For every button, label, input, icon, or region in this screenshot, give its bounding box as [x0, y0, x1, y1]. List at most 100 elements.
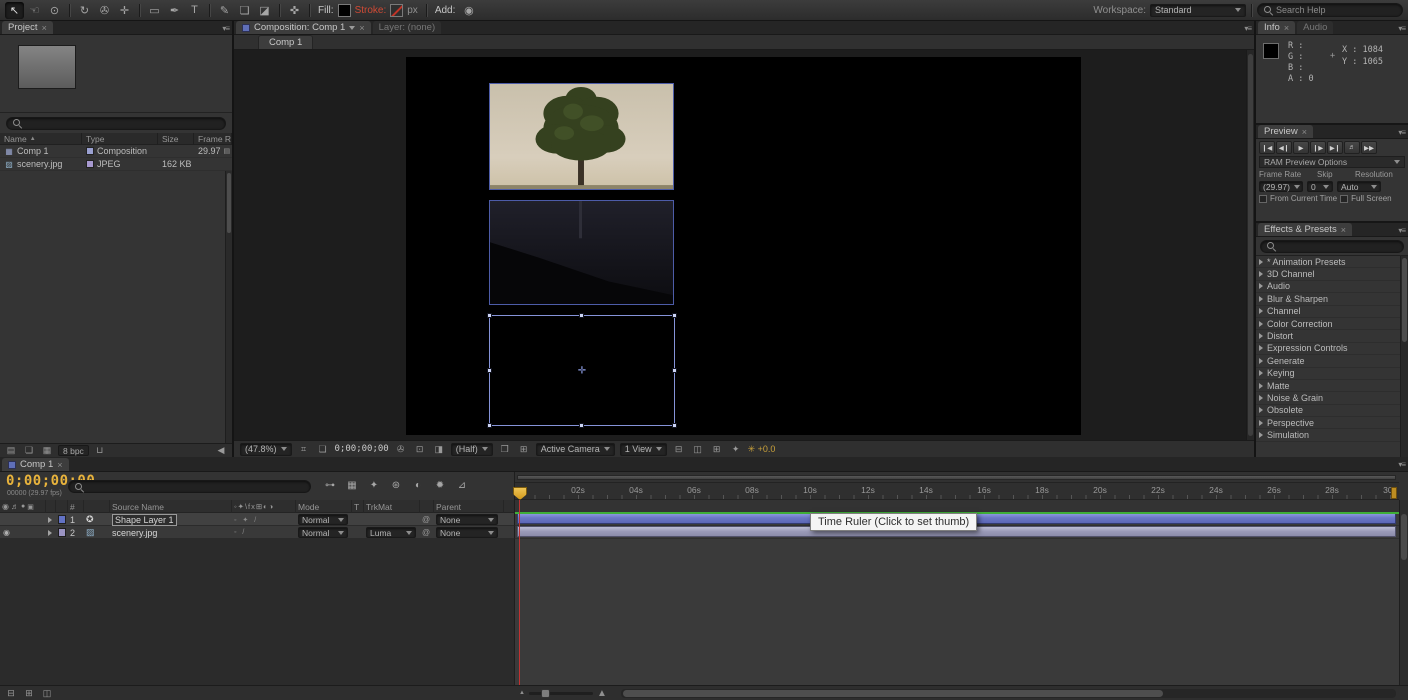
- panel-menu-icon[interactable]: ▾≡: [1398, 128, 1405, 137]
- fill-color-swatch[interactable]: [338, 4, 351, 17]
- chevron-down-icon[interactable]: [349, 26, 355, 30]
- expand-toggle[interactable]: [46, 526, 56, 539]
- toggle-expand-layers-button[interactable]: ⊟: [4, 687, 18, 699]
- tab-effects-presets[interactable]: Effects & Presets ×: [1258, 223, 1352, 236]
- effects-category-perspective[interactable]: Perspective: [1256, 417, 1400, 429]
- motion-blur-button[interactable]: ◐: [408, 478, 428, 493]
- exposure-control[interactable]: ✳ +0.0: [748, 444, 776, 455]
- panel-menu-icon[interactable]: ▾≡: [1398, 460, 1405, 469]
- selection-handle-w[interactable]: [487, 368, 492, 373]
- panel-menu-icon[interactable]: ▾≡: [1398, 24, 1405, 33]
- selection-handle-n[interactable]: [579, 313, 584, 318]
- zoom-in-icon[interactable]: ▲: [597, 688, 607, 699]
- eye-icon[interactable]: ◉: [2, 528, 10, 537]
- graph-editor-button[interactable]: ⊿: [452, 478, 472, 493]
- brush-tool[interactable]: ✎: [215, 2, 234, 19]
- column-name[interactable]: Name▲: [0, 133, 82, 145]
- effects-category-3d-channel[interactable]: 3D Channel: [1256, 268, 1400, 280]
- view-layout-dropdown[interactable]: 1 View: [620, 443, 667, 456]
- effects-category-matte[interactable]: Matte: [1256, 380, 1400, 392]
- dark-mountain-layer[interactable]: [489, 200, 674, 305]
- puppet-pin-tool[interactable]: ✜: [285, 2, 304, 19]
- selection-handle-e[interactable]: [672, 368, 677, 373]
- zoom-slider[interactable]: [529, 692, 593, 695]
- blend-mode-dropdown[interactable]: Normal: [298, 514, 348, 525]
- workspace-dropdown[interactable]: Standard: [1150, 4, 1246, 17]
- layer-name[interactable]: scenery.jpg: [112, 528, 157, 538]
- column-size[interactable]: Size: [158, 133, 194, 145]
- composition-frame[interactable]: ✛: [406, 57, 1081, 435]
- full-screen-checkbox[interactable]: [1340, 195, 1348, 203]
- camera-dropdown[interactable]: Active Camera: [536, 443, 615, 456]
- timeline-button-icon[interactable]: ⊞: [710, 443, 724, 455]
- tab-layer[interactable]: Layer: (none): [373, 21, 442, 34]
- zoom-slider-thumb[interactable]: [541, 689, 550, 698]
- column-frame-rate[interactable]: Frame R...: [194, 133, 232, 145]
- tab-info[interactable]: Info ×: [1258, 21, 1295, 34]
- scrollbar-thumb[interactable]: [1402, 258, 1407, 342]
- trkmat-dropdown[interactable]: Luma: [366, 527, 416, 538]
- play-button[interactable]: ▶: [1293, 141, 1309, 154]
- effects-category-simulation[interactable]: Simulation: [1256, 429, 1400, 441]
- effects-category-keying[interactable]: Keying: [1256, 368, 1400, 380]
- scrollbar-thumb[interactable]: [227, 173, 231, 233]
- effects-category-distort[interactable]: Distort: [1256, 330, 1400, 342]
- help-search-input[interactable]: [1276, 5, 1380, 15]
- pickwhip-icon[interactable]: @: [422, 528, 430, 537]
- close-icon[interactable]: ×: [359, 23, 364, 33]
- viewport-scrollbar[interactable]: [1246, 50, 1254, 440]
- label-color-chip[interactable]: [86, 160, 94, 168]
- draft-3d-button[interactable]: ▦: [342, 478, 362, 493]
- anchor-point-icon[interactable]: ✛: [578, 365, 586, 376]
- project-search-box[interactable]: [6, 117, 226, 130]
- label-color-chip[interactable]: [86, 147, 94, 155]
- zoom-tool[interactable]: ⊙: [45, 2, 64, 19]
- first-frame-button[interactable]: ❙◀: [1259, 141, 1275, 154]
- layer-label-chip[interactable]: [58, 528, 66, 537]
- timeline-search-box[interactable]: [68, 480, 311, 493]
- column-type[interactable]: Type: [82, 133, 158, 145]
- add-shape-menu-button[interactable]: ◉: [459, 2, 478, 19]
- effects-category-generate[interactable]: Generate: [1256, 355, 1400, 367]
- layer-label-chip[interactable]: [58, 515, 66, 524]
- composition-viewport[interactable]: ✛: [234, 50, 1254, 440]
- snapshot-icon[interactable]: ✇: [394, 443, 408, 455]
- toggle-transfer-controls-button[interactable]: ⊞: [22, 687, 36, 699]
- tab-timeline-comp1[interactable]: Comp 1 ×: [2, 458, 69, 471]
- tab-preview[interactable]: Preview ×: [1258, 125, 1313, 138]
- last-frame-button[interactable]: ▶❙: [1327, 141, 1343, 154]
- project-row-scenery[interactable]: ▨scenery.jpg JPEG 162 KB: [0, 158, 232, 171]
- skip-dropdown[interactable]: 0: [1307, 181, 1333, 192]
- from-current-time-checkbox[interactable]: [1259, 195, 1267, 203]
- new-folder-button[interactable]: ❏: [22, 445, 36, 457]
- audio-mute-button[interactable]: ♬: [1344, 141, 1360, 154]
- effects-category-color-correction[interactable]: Color Correction: [1256, 318, 1400, 330]
- tab-audio[interactable]: Audio: [1297, 21, 1333, 34]
- pen-tool[interactable]: ✒: [165, 2, 184, 19]
- scrollbar-thumb[interactable]: [1248, 54, 1253, 436]
- effects-category-channel[interactable]: Channel: [1256, 306, 1400, 318]
- selection-tool[interactable]: ↖: [5, 2, 24, 19]
- brainstorm-button[interactable]: ✹: [430, 478, 450, 493]
- pickwhip-icon[interactable]: @: [422, 515, 430, 524]
- effects-category-animation-presets[interactable]: * Animation Presets: [1256, 256, 1400, 268]
- scrollbar-thumb[interactable]: [623, 690, 1164, 697]
- resolution-dropdown[interactable]: (Half): [451, 443, 493, 456]
- type-tool[interactable]: T: [185, 2, 204, 19]
- scroll-left-icon[interactable]: ◀: [214, 445, 228, 457]
- comp-end-marker[interactable]: [1391, 487, 1397, 499]
- region-of-interest-icon[interactable]: ❒: [498, 443, 512, 455]
- layer-name[interactable]: Shape Layer 1: [112, 514, 177, 526]
- pan-behind-tool[interactable]: ✛: [115, 2, 134, 19]
- stroke-color-swatch[interactable]: [390, 4, 403, 17]
- effects-category-audio[interactable]: Audio: [1256, 281, 1400, 293]
- layer-switches[interactable]: ◦ ✦ /: [234, 516, 258, 524]
- project-row-comp1[interactable]: ▦Comp 1 Composition 29.97▤: [0, 145, 232, 158]
- layer-row-scenery[interactable]: ◉ 2 ▨ scenery.jpg ◦ / Normal Luma @ None: [0, 526, 1408, 539]
- parent-dropdown[interactable]: None: [436, 527, 498, 538]
- project-scrollbar[interactable]: [225, 171, 232, 443]
- previous-frame-button[interactable]: ◀❙: [1276, 141, 1292, 154]
- clone-stamp-tool[interactable]: ❏: [235, 2, 254, 19]
- effects-scrollbar[interactable]: [1400, 256, 1408, 457]
- selection-handle-s[interactable]: [579, 423, 584, 428]
